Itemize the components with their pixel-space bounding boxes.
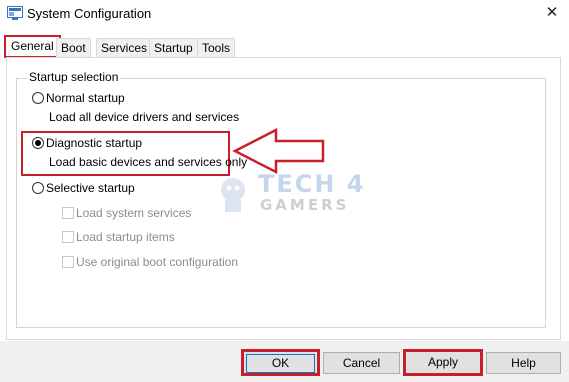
load-system-services-label: Load system services [76, 206, 192, 220]
use-original-boot-configuration-checkbox[interactable] [62, 256, 74, 268]
watermark-line1: TECH 4 [258, 170, 366, 198]
normal-startup-label[interactable]: Normal startup [46, 91, 125, 105]
apply-button[interactable]: Apply [403, 349, 483, 376]
normal-startup-radio[interactable] [32, 92, 44, 104]
ok-button-face: OK [246, 354, 315, 373]
system-configuration-icon [7, 6, 23, 20]
tab-services[interactable]: Services [96, 38, 153, 57]
cancel-button[interactable]: Cancel [323, 352, 400, 374]
watermark-line2: GAMERS [260, 196, 350, 214]
normal-startup-description: Load all device drivers and services [49, 110, 240, 124]
use-original-boot-configuration-label: Use original boot configuration [76, 255, 239, 269]
close-button[interactable]: ✕ [540, 3, 564, 23]
help-button[interactable]: Help [486, 352, 561, 374]
title-bar: System Configuration ✕ [0, 0, 569, 28]
diagnostic-startup-radio[interactable] [32, 137, 44, 149]
tab-tools[interactable]: Tools [197, 38, 236, 57]
close-icon: ✕ [545, 4, 559, 21]
load-system-services-checkbox[interactable] [62, 207, 74, 219]
startup-selection-label: Startup selection [27, 70, 121, 84]
load-startup-items-label: Load startup items [76, 230, 175, 244]
window-title: System Configuration [27, 6, 152, 21]
diagnostic-startup-description: Load basic devices and services only [49, 155, 248, 169]
tab-boot[interactable]: Boot [56, 38, 91, 57]
ok-button[interactable]: OK [241, 349, 320, 376]
tab-startup[interactable]: Startup [149, 38, 198, 57]
diagnostic-startup-label[interactable]: Diagnostic startup [46, 136, 142, 150]
selective-startup-radio[interactable] [32, 182, 44, 194]
tab-general[interactable]: General [4, 35, 61, 58]
load-startup-items-checkbox[interactable] [62, 231, 74, 243]
selective-startup-label[interactable]: Selective startup [46, 181, 135, 195]
